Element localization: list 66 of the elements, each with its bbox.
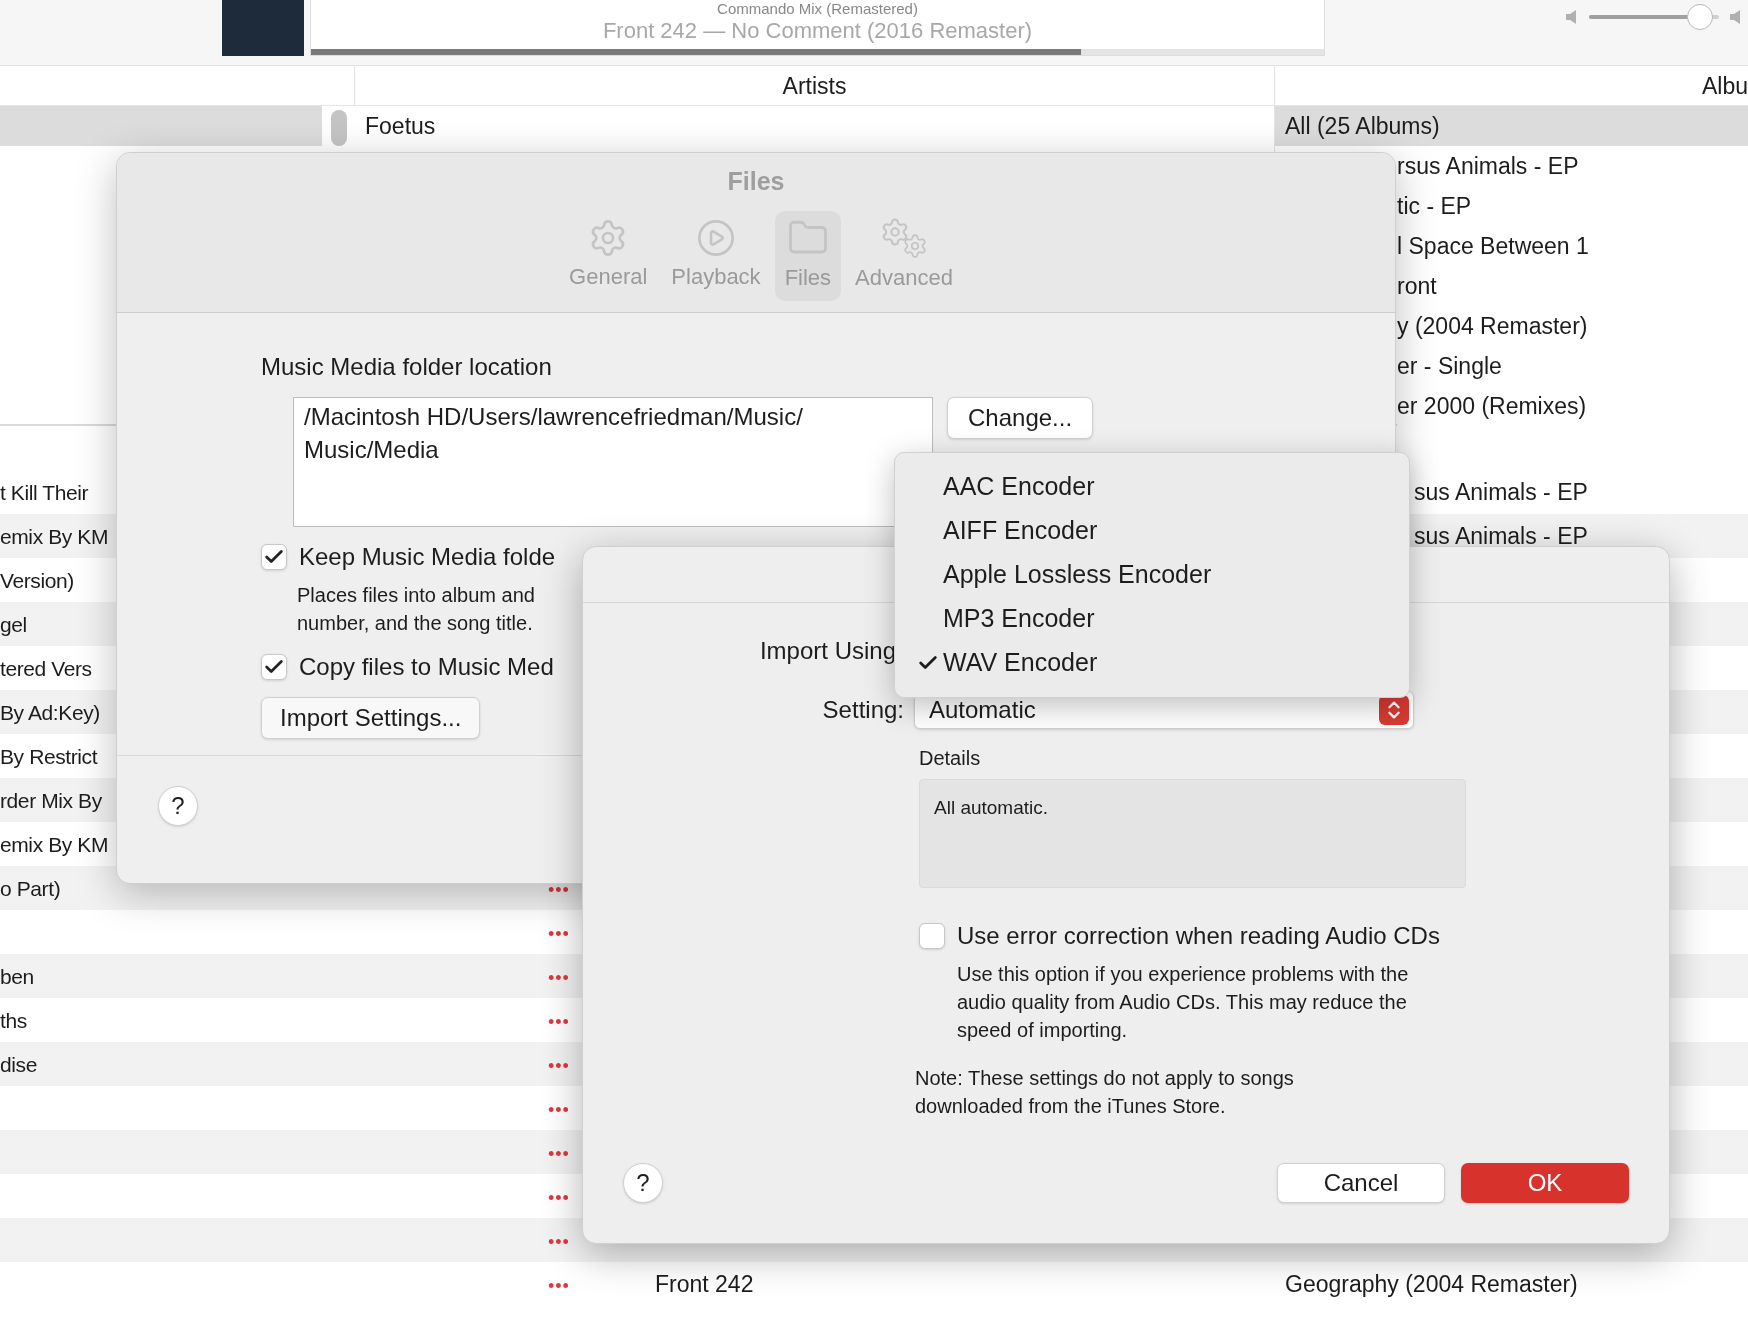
checkbox-label: Keep Music Media folde (299, 542, 556, 572)
more-button[interactable]: ••• (548, 879, 570, 900)
change-button[interactable]: Change... (947, 397, 1094, 439)
window-title: Files (727, 166, 785, 197)
more-button[interactable]: ••• (548, 1275, 570, 1296)
song-title-cell: By Ad:Key) (0, 700, 100, 724)
album-cell: Geography (2004 Remaster) (1285, 1270, 1578, 1297)
import-using-label: Import Using (758, 636, 896, 666)
folder-path-field[interactable]: /Macintosh HD/Users/lawrencefriedman/Music/ Music/Media (293, 397, 933, 527)
progress-track[interactable] (311, 49, 1324, 55)
cancel-button[interactable]: Cancel (1277, 1163, 1445, 1203)
scrollbar-thumb (331, 110, 347, 146)
song-title-cell: Version) (0, 568, 74, 592)
checkbox[interactable] (261, 654, 287, 680)
import-settings-button[interactable]: Import Settings... (261, 697, 481, 739)
menu-item[interactable]: Apple Lossless Encoder (943, 556, 1212, 594)
menu-item[interactable]: AAC Encoder (943, 468, 1095, 506)
more-button[interactable]: ••• (548, 1231, 570, 1252)
song-title-cell: o Part) (0, 876, 61, 900)
help-button[interactable]: ? (158, 786, 198, 826)
gears-icon (880, 217, 928, 259)
artist-cell: Front 242 (655, 1270, 754, 1297)
speaker-icon (1566, 10, 1578, 24)
help-button[interactable]: ? (623, 1163, 663, 1203)
song-subtitle: Front 242 — No Comment (2016 Remaster) (602, 18, 1033, 44)
menu-item[interactable]: AIFF Encoder (943, 512, 1098, 550)
setting-label: Setting: (821, 695, 905, 725)
more-button[interactable]: ••• (548, 1099, 570, 1120)
more-button[interactable]: ••• (548, 1055, 570, 1076)
song-title-cell: ths (0, 1008, 27, 1032)
song-title-cell: dise (0, 1052, 37, 1076)
note-text: Note: These settings do not apply to songs downloaded from the iTunes Store. (915, 1066, 1295, 1119)
volume-knob[interactable] (1686, 4, 1713, 30)
checkbox[interactable] (261, 544, 287, 570)
album-cell: sus Animals - EP (1414, 478, 1588, 505)
folder-location-label: Music Media folder location (261, 352, 553, 382)
details-box: All automatic. (919, 779, 1466, 888)
play-icon (696, 218, 736, 258)
menu-item[interactable]: MP3 Encoder (943, 600, 1095, 638)
menu-item[interactable]: WAV Encoder (943, 644, 1098, 682)
checkbox[interactable] (919, 923, 945, 949)
more-button[interactable]: ••• (548, 1143, 570, 1164)
more-button[interactable]: ••• (548, 923, 570, 944)
song-title-cell: t Kill Their (0, 480, 89, 504)
option-description: Use this option if you experience problems with the audio quality from Audio CDs. This may reduce the speed of importing. (957, 962, 1410, 1043)
column-header[interactable]: Artists (355, 66, 1275, 105)
song-title-cell: emix By KM (0, 524, 108, 548)
song-title: Commando Mix (Remastered) (717, 0, 918, 18)
checkbox-label: Use error correction when reading Audio CDs (957, 921, 1440, 951)
ok-button[interactable]: OK (1461, 1163, 1629, 1203)
column-header[interactable]: Albu (1701, 66, 1748, 105)
song-title-cell: emix By KM (0, 832, 108, 856)
song-title-cell: gel (0, 612, 27, 636)
checkbox-label: Copy files to Music Med (299, 652, 554, 682)
album-row[interactable]: All (25 Albums) (1275, 106, 1748, 146)
details-label: Details (919, 746, 982, 771)
song-title-cell: rder Mix By (0, 788, 102, 812)
song-title-cell: By Restrict (0, 744, 98, 768)
option-description: Places files into album and number, and the song title. (297, 583, 535, 636)
song-title-cell: tered Vers (0, 656, 92, 680)
more-button[interactable]: ••• (548, 967, 570, 988)
more-button[interactable]: ••• (548, 1187, 570, 1208)
speaker-icon (1730, 10, 1742, 24)
album-cell: sus Animals - EP (1414, 522, 1588, 549)
song-title-cell: ben (0, 964, 34, 988)
more-button[interactable]: ••• (548, 1011, 570, 1032)
